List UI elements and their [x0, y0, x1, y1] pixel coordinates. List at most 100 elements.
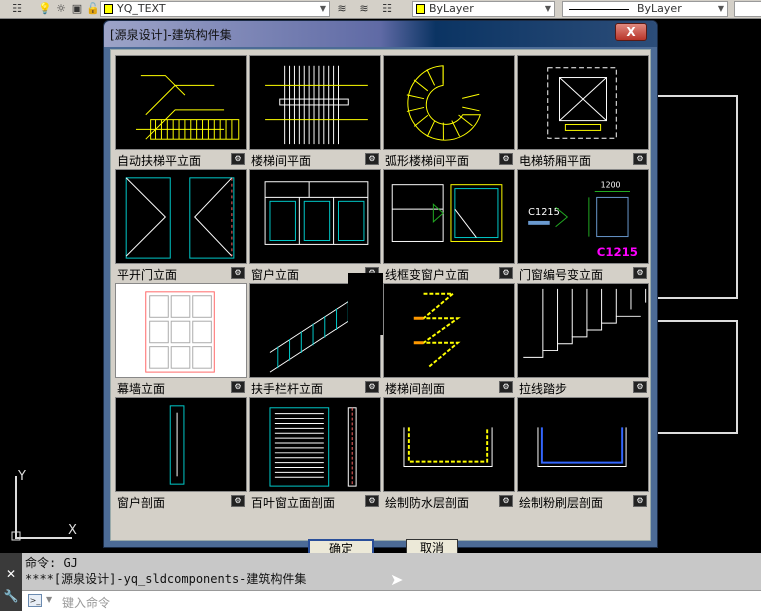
chevron-down-icon[interactable]: ▼ — [46, 595, 52, 604]
options-icon[interactable]: ⚙ — [499, 267, 513, 279]
component-tile[interactable]: 窗户剖面 ⚙ — [115, 397, 247, 510]
component-label: 窗户剖面 — [117, 496, 166, 510]
component-preview[interactable] — [115, 283, 247, 378]
options-icon[interactable]: ⚙ — [499, 495, 513, 507]
layer-previous-icon[interactable]: ≋ — [357, 2, 371, 16]
color-value: ByLayer — [429, 2, 474, 15]
component-tile[interactable]: 电梯轿厢平面 ⚙ — [517, 55, 649, 168]
options-icon[interactable]: ⚙ — [365, 381, 379, 393]
mouse-cursor-icon: ➤ — [390, 570, 404, 589]
render-artifact — [348, 273, 383, 335]
component-preview[interactable] — [383, 55, 515, 150]
component-label: 平开门立面 — [117, 268, 178, 282]
toolbar: ☷ 💡 ☼ ▣ 🔓 YQ_TEXT ▼ ≋ ≋ ☷ ByLayer ▼ ByLaye… — [0, 0, 761, 19]
ucs-x-label: X — [68, 523, 77, 538]
component-preview[interactable] — [115, 397, 247, 492]
color-swatch — [416, 4, 425, 14]
history-line: 命令: GJ — [25, 556, 78, 570]
component-label: 绘制防水层剖面 — [385, 496, 470, 510]
component-label: 弧形楼梯间平面 — [385, 154, 470, 168]
component-preview[interactable] — [517, 55, 649, 150]
component-preview[interactable] — [383, 169, 515, 264]
component-tile[interactable]: 楼梯间平面 ⚙ — [249, 55, 381, 168]
options-icon[interactable]: ⚙ — [231, 381, 245, 393]
chevron-down-icon: ▼ — [717, 4, 724, 13]
component-preview[interactable] — [517, 283, 649, 378]
component-preview[interactable] — [383, 283, 515, 378]
ucs-y-label: Y — [17, 469, 26, 484]
layer-state-icon[interactable]: ☷ — [380, 2, 394, 16]
chevron-down-icon: ▼ — [544, 4, 551, 13]
sun-icon[interactable]: ☼ — [54, 2, 68, 16]
color-swatch — [104, 4, 113, 14]
color-dropdown[interactable]: ByLayer ▼ — [412, 1, 555, 17]
close-icon[interactable]: ✕ — [0, 567, 22, 581]
component-label: 幕墙立面 — [117, 382, 166, 396]
command-input[interactable]: >_ ▼ 键入命令 — [22, 590, 761, 611]
component-preview[interactable] — [517, 397, 649, 492]
options-icon[interactable]: ⚙ — [633, 153, 647, 165]
component-label: 百叶窗立面剖面 — [251, 496, 336, 510]
dialog-title: [源泉设计]-建筑构件集 — [110, 28, 232, 42]
options-icon[interactable]: ⚙ — [633, 381, 647, 393]
lock-icon[interactable]: 🔓 — [86, 2, 100, 16]
options-icon[interactable]: ⚙ — [365, 495, 379, 507]
ucs-icon: YX — [10, 468, 90, 551]
linetype-dropdown[interactable]: ByLayer ▼ — [562, 1, 728, 17]
layer-manager-icon[interactable]: ☷ — [10, 2, 24, 16]
component-tile[interactable]: 绘制防水层剖面 ⚙ — [383, 397, 515, 510]
bulb-icon[interactable]: 💡 — [38, 2, 52, 16]
dialog-titlebar[interactable]: [源泉设计]-建筑构件集 X — [104, 21, 657, 47]
component-tile[interactable]: 弧形楼梯间平面 ⚙ — [383, 55, 515, 168]
close-button[interactable]: X — [615, 23, 647, 41]
options-icon[interactable]: ⚙ — [231, 153, 245, 165]
component-tile[interactable]: 楼梯间剖面 ⚙ — [383, 283, 515, 396]
component-preview[interactable] — [115, 169, 247, 264]
component-label: 自动扶梯平立面 — [117, 154, 202, 168]
line-sample — [569, 9, 629, 10]
component-preview[interactable] — [383, 397, 515, 492]
options-icon[interactable]: ⚙ — [231, 267, 245, 279]
options-icon[interactable]: ⚙ — [499, 153, 513, 165]
lineweight-dropdown[interactable] — [734, 1, 761, 17]
options-icon[interactable]: ⚙ — [633, 267, 647, 279]
options-icon[interactable]: ⚙ — [365, 153, 379, 165]
command-window: ✕ 🔧 命令: GJ ****[源泉设计]-yq_sldcomponents-建… — [0, 553, 761, 611]
component-preview[interactable] — [249, 169, 381, 264]
component-label: 电梯轿厢平面 — [519, 154, 592, 168]
component-label: 扶手栏杆立面 — [251, 382, 324, 396]
chevron-down-icon: ▼ — [319, 4, 326, 13]
options-icon[interactable]: ⚙ — [633, 495, 647, 507]
component-tile[interactable]: 窗户立面⚙ — [249, 169, 381, 282]
prompt-icon[interactable]: >_ — [28, 594, 42, 607]
component-tile[interactable]: 幕墙立面 ⚙ — [115, 283, 247, 396]
component-label: 门窗编号变立面 — [519, 268, 604, 282]
command-history: 命令: GJ ****[源泉设计]-yq_sldcomponents-建筑构件集 — [25, 555, 306, 587]
component-label: 窗户立面 — [251, 268, 300, 282]
component-label: 楼梯间平面 — [251, 154, 312, 168]
component-label: 绘制粉刷层剖面 — [519, 496, 604, 510]
make-current-icon[interactable]: ≋ — [335, 2, 349, 16]
component-tile[interactable]: 自动扶梯平立面 ⚙ — [115, 55, 247, 168]
wrench-icon[interactable]: 🔧 — [0, 589, 22, 603]
component-tile[interactable]: C1215 1200 C1215 门窗编号变立面 ⚙ — [517, 169, 649, 282]
viewport-icon[interactable]: ▣ — [70, 2, 84, 16]
component-label: 楼梯间剖面 — [385, 382, 446, 396]
history-line: ****[源泉设计]-yq_sldcomponents-建筑构件集 — [25, 572, 307, 586]
options-icon[interactable]: ⚙ — [231, 495, 245, 507]
component-preview[interactable] — [249, 55, 381, 150]
drawing-geometry — [657, 320, 738, 434]
thumb-tag-magenta: C1215 — [597, 245, 638, 259]
component-tile[interactable]: 线框变窗户立面 ⚙ — [383, 169, 515, 282]
component-preview[interactable] — [115, 55, 247, 150]
component-tile[interactable]: 拉线踏步 ⚙ — [517, 283, 649, 396]
component-preview[interactable] — [249, 397, 381, 492]
component-tile[interactable]: 平开门立面 ⚙ — [115, 169, 247, 282]
layer-dropdown[interactable]: YQ_TEXT ▼ — [100, 1, 330, 17]
component-label: 拉线踏步 — [519, 382, 568, 396]
component-preview[interactable]: C1215 1200 C1215 — [517, 169, 649, 264]
component-label: 线框变窗户立面 — [385, 268, 470, 282]
options-icon[interactable]: ⚙ — [499, 381, 513, 393]
component-tile[interactable]: 绘制粉刷层剖面 ⚙ — [517, 397, 649, 510]
component-tile[interactable]: 百叶窗立面剖面 ⚙ — [249, 397, 381, 510]
